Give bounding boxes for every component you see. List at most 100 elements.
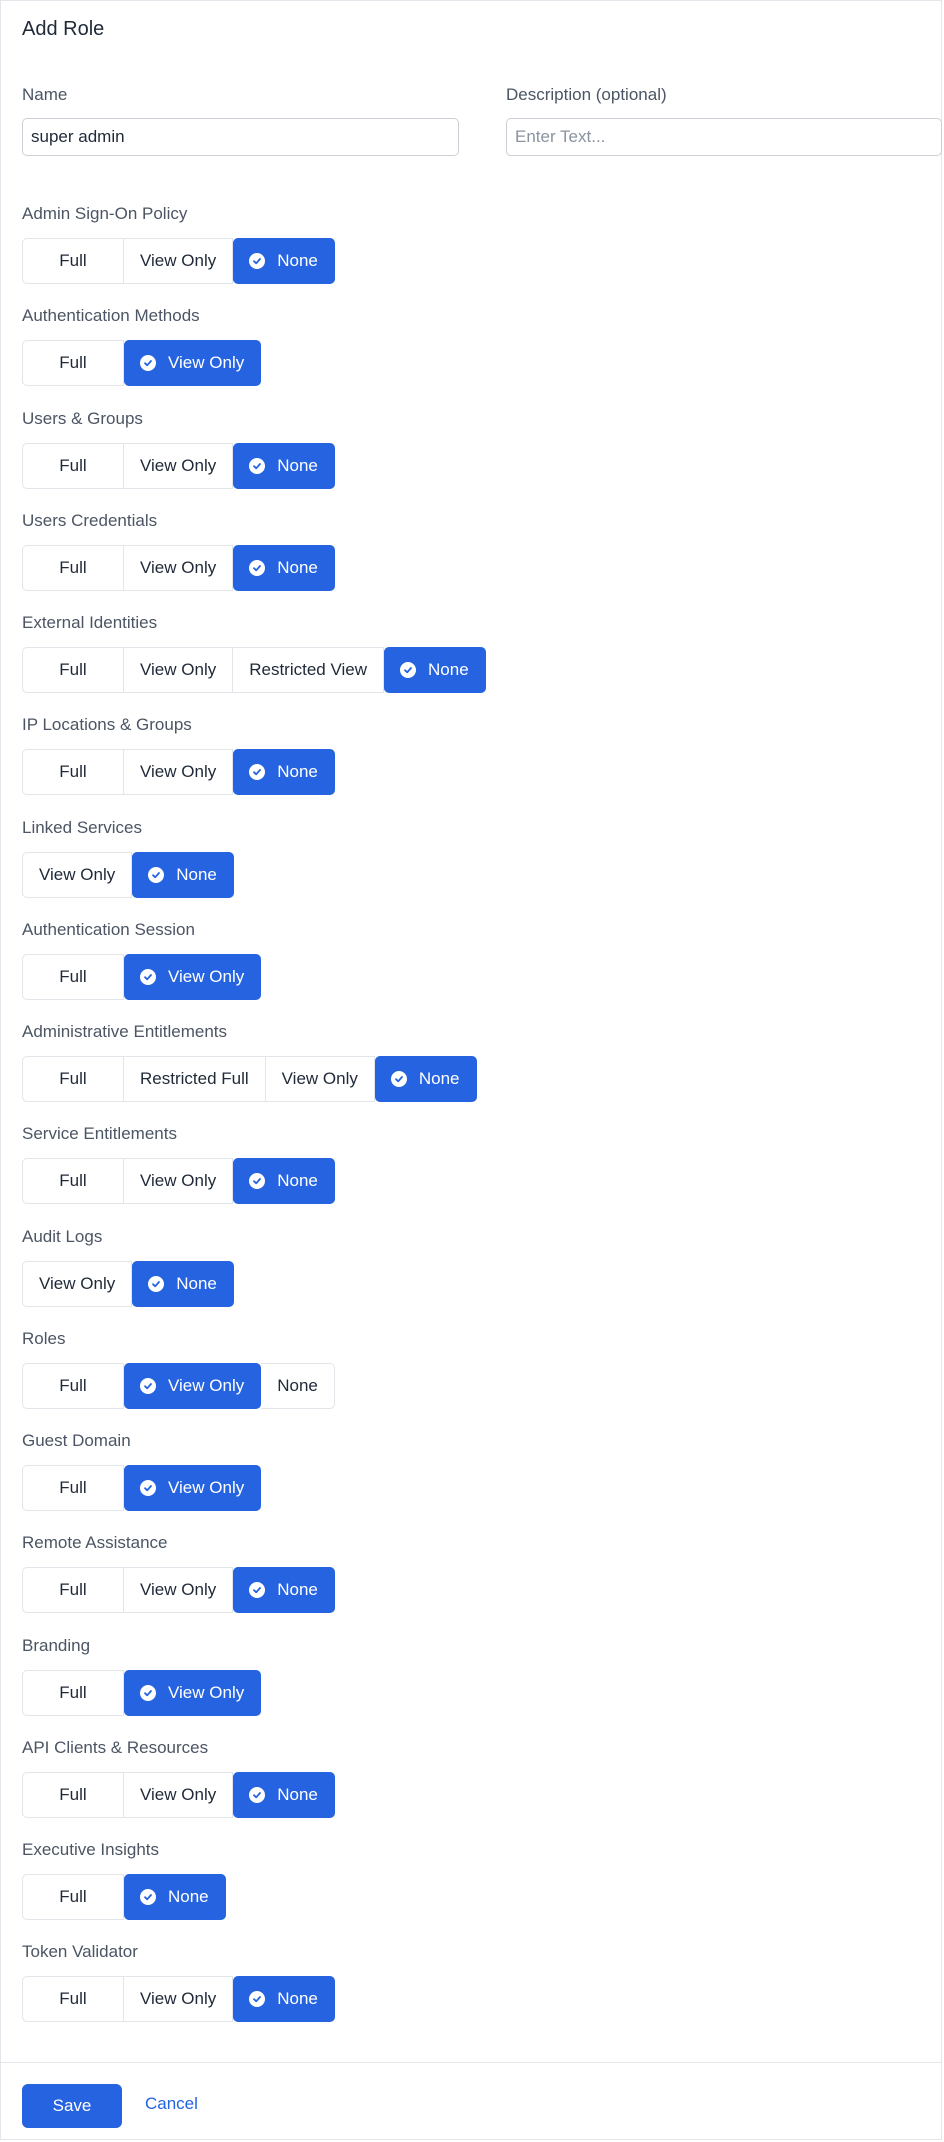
- permission-section-administrative-entitlements: Administrative Entitlements Full Restricte…: [22, 1020, 486, 1122]
- segmented-control: Full View Only None: [22, 1567, 335, 1614]
- permission-section-ip-locations-and-groups: IP Locations & Groups Full View Only None: [22, 713, 486, 815]
- permission-label: Remote Assistance: [22, 1533, 168, 1553]
- option-label: Full: [59, 1580, 87, 1600]
- option-none[interactable]: None: [132, 851, 234, 898]
- option-view-only[interactable]: View Only: [124, 1567, 234, 1614]
- option-none[interactable]: None: [261, 1362, 335, 1409]
- description-input[interactable]: [506, 118, 942, 156]
- option-label: View Only: [168, 353, 245, 373]
- segmented-control: Full View Only: [22, 1465, 262, 1511]
- check-circle-icon: [400, 662, 417, 678]
- option-none[interactable]: None: [132, 1260, 234, 1307]
- option-none[interactable]: None: [233, 749, 335, 796]
- option-label: View Only: [281, 1069, 358, 1088]
- option-full[interactable]: Full: [22, 1362, 124, 1409]
- option-view-only[interactable]: View Only: [124, 1976, 234, 2023]
- option-full[interactable]: Full: [22, 238, 124, 284]
- segmented-control: Full View Only Restricted View None: [22, 647, 486, 693]
- option-full[interactable]: Full: [22, 1056, 124, 1102]
- option-view-only[interactable]: View Only: [124, 1158, 234, 1205]
- permission-section-remote-assistance: Remote Assistance Full View Only None: [22, 1531, 486, 1633]
- page-title: Add Role: [22, 18, 105, 40]
- option-full[interactable]: Full: [22, 1771, 124, 1818]
- option-view-only[interactable]: View Only: [124, 647, 234, 693]
- option-full[interactable]: Full: [22, 1465, 124, 1511]
- option-view-only[interactable]: View Only: [124, 1465, 262, 1511]
- option-label: View Only: [140, 557, 217, 577]
- option-view-only[interactable]: View Only: [124, 340, 262, 387]
- option-full[interactable]: Full: [22, 647, 124, 693]
- option-label: None: [176, 1273, 217, 1293]
- option-full[interactable]: Full: [22, 1567, 124, 1614]
- option-view-only[interactable]: View Only: [22, 1260, 133, 1307]
- option-full[interactable]: Full: [22, 340, 124, 387]
- permission-label: Users Credentials: [22, 510, 158, 530]
- permission-section-users-credentials: Users Credentials Full View Only None: [22, 509, 486, 611]
- option-full[interactable]: Full: [22, 749, 124, 796]
- save-button[interactable]: Save: [22, 2084, 122, 2128]
- option-label: Full: [59, 1375, 87, 1395]
- option-view-only[interactable]: View Only: [124, 1771, 234, 1818]
- option-restricted-full[interactable]: Restricted Full: [124, 1056, 266, 1102]
- option-label: None: [176, 864, 217, 884]
- option-none[interactable]: None: [374, 1056, 477, 1102]
- option-view-only[interactable]: View Only: [124, 749, 234, 796]
- option-view-only[interactable]: View Only: [265, 1056, 375, 1102]
- option-view-only[interactable]: View Only: [124, 544, 234, 591]
- option-none[interactable]: None: [384, 647, 486, 693]
- option-label: Full: [59, 762, 87, 782]
- option-view-only[interactable]: View Only: [124, 1669, 262, 1716]
- permission-label: Executive Insights: [22, 1840, 160, 1859]
- option-label: Full: [59, 1171, 87, 1191]
- permission-label: IP Locations & Groups: [22, 715, 192, 735]
- option-full[interactable]: Full: [22, 1158, 124, 1205]
- permissions-list: Admin Sign-On Policy Full View Only None Aut…: [22, 202, 486, 2043]
- permission-label: Roles: [22, 1328, 66, 1348]
- option-label: None: [168, 1887, 209, 1906]
- option-label: View Only: [140, 1580, 217, 1600]
- check-circle-icon: [140, 1684, 156, 1701]
- option-label: View Only: [140, 660, 217, 679]
- option-view-only[interactable]: View Only: [22, 851, 133, 898]
- option-label: View Only: [140, 251, 217, 270]
- option-label: View Only: [140, 1171, 217, 1191]
- option-full[interactable]: Full: [22, 544, 124, 591]
- option-none[interactable]: None: [233, 544, 335, 591]
- option-full[interactable]: Full: [22, 1669, 124, 1716]
- option-label: None: [277, 557, 318, 577]
- option-label: None: [277, 1989, 318, 2009]
- name-input[interactable]: [22, 118, 459, 156]
- option-none[interactable]: None: [233, 1976, 335, 2023]
- option-full[interactable]: Full: [22, 953, 124, 1000]
- permission-section-branding: Branding Full View Only: [22, 1634, 486, 1736]
- check-circle-icon: [249, 1173, 266, 1190]
- check-circle-icon: [249, 457, 266, 474]
- option-label: Full: [59, 1887, 87, 1906]
- option-view-only[interactable]: View Only: [124, 953, 262, 1000]
- option-none[interactable]: None: [233, 1158, 335, 1205]
- option-label: Full: [59, 1784, 87, 1804]
- option-none[interactable]: None: [233, 238, 335, 284]
- option-full[interactable]: Full: [22, 1976, 124, 2023]
- permission-section-authentication-methods: Authentication Methods Full View Only: [22, 304, 486, 406]
- option-view-only[interactable]: View Only: [124, 442, 234, 489]
- option-none[interactable]: None: [233, 1567, 335, 1614]
- option-view-only[interactable]: View Only: [124, 1362, 262, 1409]
- permission-label: Service Entitlements: [22, 1124, 177, 1144]
- option-label: View Only: [39, 1273, 116, 1293]
- option-full[interactable]: Full: [22, 442, 124, 489]
- option-restricted-view[interactable]: Restricted View: [233, 647, 385, 693]
- check-circle-icon: [140, 355, 156, 372]
- option-label: View Only: [168, 1682, 245, 1702]
- option-none[interactable]: None: [233, 1771, 335, 1818]
- cancel-link[interactable]: Cancel: [145, 2094, 198, 2114]
- option-label: View Only: [140, 1784, 217, 1804]
- permission-section-guest-domain: Guest Domain Full View Only: [22, 1429, 486, 1531]
- option-none[interactable]: None: [124, 1874, 226, 1920]
- option-none[interactable]: None: [233, 442, 335, 489]
- segmented-control: View Only None: [22, 851, 234, 898]
- option-view-only[interactable]: View Only: [124, 238, 234, 284]
- check-circle-icon: [148, 1275, 165, 1292]
- segmented-control: Full View Only: [22, 953, 262, 1000]
- option-full[interactable]: Full: [22, 1874, 124, 1920]
